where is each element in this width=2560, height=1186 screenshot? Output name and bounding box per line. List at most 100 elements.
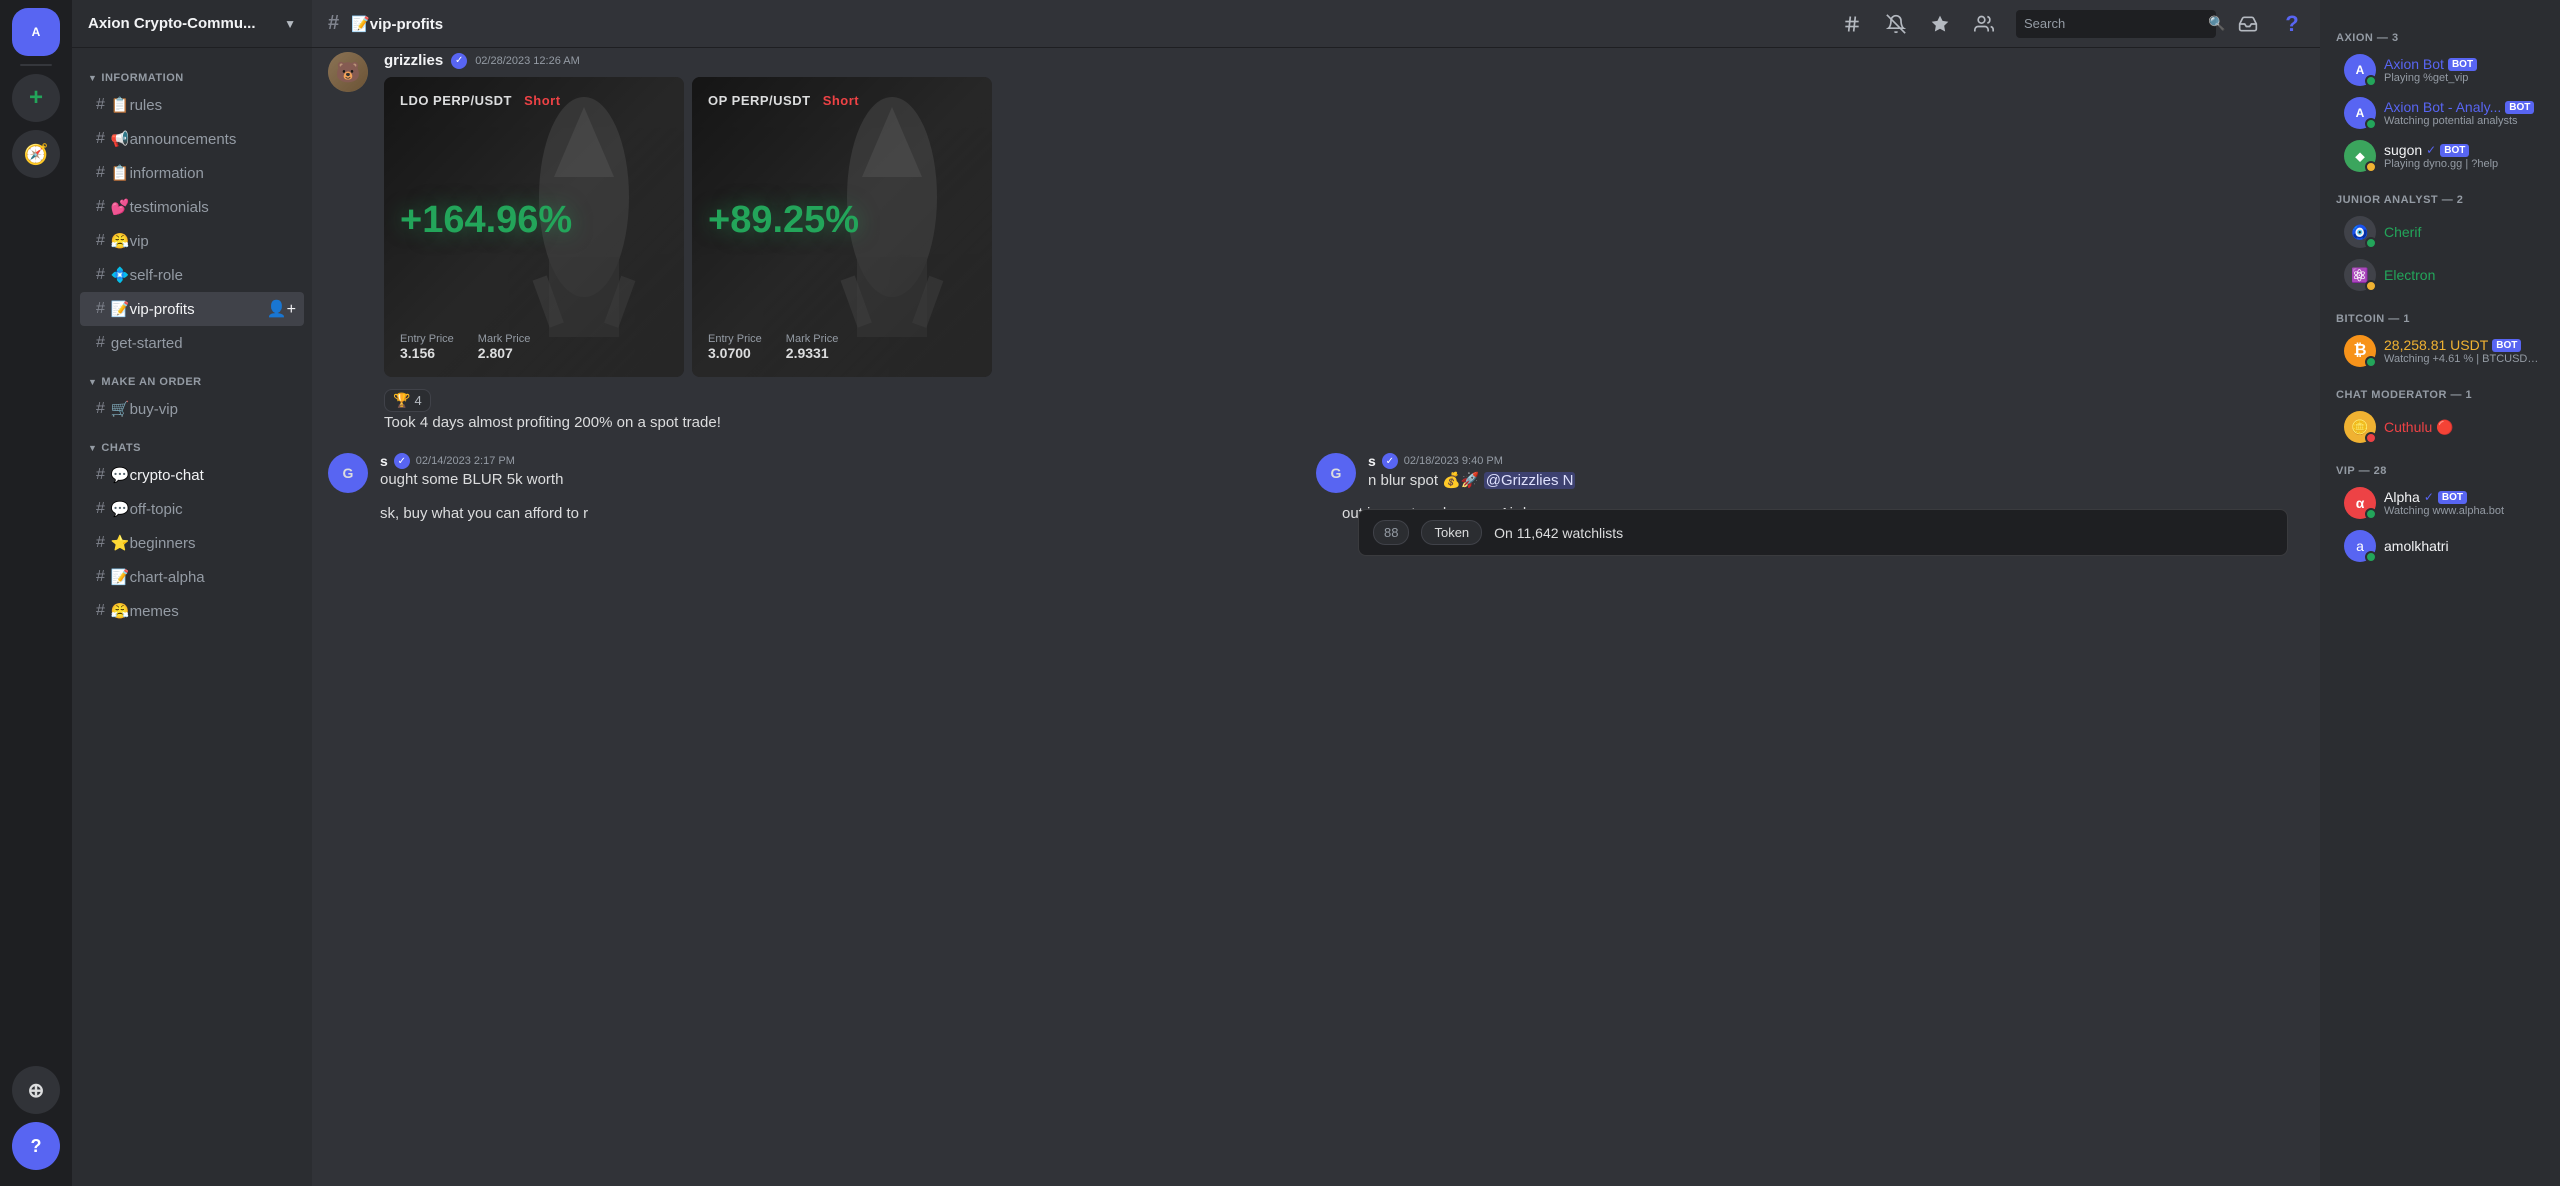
channel-sidebar: Axion Crypto-Commu... ▼ ▼ INFORMATION # … <box>72 0 312 1186</box>
status-indicator <box>2365 551 2377 563</box>
members-icon[interactable] <box>1972 12 1996 36</box>
hashtag-icon[interactable] <box>1840 12 1864 36</box>
channel-vip[interactable]: # 😤vip <box>80 224 304 258</box>
bell-slash-icon[interactable] <box>1884 12 1908 36</box>
popup-token-button[interactable]: Token <box>1421 520 1482 545</box>
member-activity: Watching +4.61 % | BTCUSDT ... <box>2384 353 2544 365</box>
member-avatar-electron: ⚛️ <box>2344 259 2376 291</box>
channel-icon: # <box>96 300 105 318</box>
message-timestamp: 02/28/2023 12:26 AM <box>475 55 580 67</box>
reaction-button[interactable]: 🏆 4 <box>384 389 431 412</box>
server-icon-add[interactable]: + <box>12 74 60 122</box>
caret-icon: ▼ <box>88 443 97 453</box>
partial-content-right: s ✓ 02/18/2023 9:40 PM n blur spot 💰🚀 @G… <box>1368 453 1575 489</box>
channel-get-started[interactable]: # get-started <box>80 326 304 360</box>
card-profit-1: +164.96% <box>400 199 668 242</box>
status-indicator <box>2365 356 2377 368</box>
member-category-vip: VIP — 28 <box>2320 449 2560 481</box>
message-text: Took 4 days almost profiting 200% on a s… <box>384 412 2304 433</box>
channel-off-topic[interactable]: # 💬off-topic <box>80 492 304 526</box>
channel-buy-vip[interactable]: # 🛒buy-vip <box>80 392 304 426</box>
sidebar-divider <box>20 64 52 66</box>
category-chats[interactable]: ▼ CHATS <box>72 426 312 458</box>
member-name: Alpha <box>2384 489 2420 505</box>
channel-testimonials[interactable]: # 💕testimonials <box>80 190 304 224</box>
dnd-icon: 🔴 <box>2436 419 2453 436</box>
channel-information[interactable]: # 📋information <box>80 156 304 190</box>
category-make-an-order[interactable]: ▼ MAKE AN ORDER <box>72 360 312 392</box>
member-cherif[interactable]: 🧿 Cherif <box>2328 211 2552 253</box>
trading-card-2: OP PERP/USDT Short +89.25% Entry Price 3… <box>692 77 992 377</box>
search-input[interactable] <box>2024 16 2200 31</box>
bot-badge: BOT <box>2438 491 2467 504</box>
member-cuthulu[interactable]: 🪙 Cuthulu 🔴 <box>2328 406 2552 448</box>
chevron-down-icon: ▼ <box>284 17 296 31</box>
avatar: 🐻 <box>328 52 368 92</box>
server-icon-profile[interactable]: ? <box>12 1122 60 1170</box>
member-alpha[interactable]: α Alpha ✓ BOT Watching www.alpha.bot <box>2328 482 2552 524</box>
member-name: amolkhatri <box>2384 538 2449 554</box>
channel-icon: # <box>96 130 105 148</box>
member-axion-bot[interactable]: A Axion Bot BOT Playing %get_vip <box>2328 49 2552 91</box>
channel-self-role[interactable]: # 💠self-role <box>80 258 304 292</box>
server-icon-axion[interactable]: A <box>12 8 60 56</box>
channel-chart-alpha[interactable]: # 📝chart-alpha <box>80 560 304 594</box>
member-name: 28,258.81 USDT <box>2384 337 2488 353</box>
member-info-axion-bot-analy: Axion Bot - Analy... BOT Watching potent… <box>2384 99 2544 127</box>
category-information[interactable]: ▼ INFORMATION <box>72 56 312 88</box>
partial-text-1: sk, buy what you can afford to r <box>380 505 1342 522</box>
member-category-junior-analyst: JUNIOR ANALYST — 2 <box>2320 178 2560 210</box>
help-icon[interactable]: ? <box>2280 12 2304 36</box>
channel-title: 📝vip-profits <box>351 15 443 33</box>
member-bitcoin-bot[interactable]: ₿ 28,258.81 USDT BOT Watching +4.61 % | … <box>2328 330 2552 372</box>
member-electron[interactable]: ⚛️ Electron <box>2328 254 2552 296</box>
channel-icon: # <box>96 500 105 518</box>
server-header[interactable]: Axion Crypto-Commu... ▼ <box>72 0 312 48</box>
channel-beginners[interactable]: # ⭐beginners <box>80 526 304 560</box>
bot-badge: BOT <box>2440 144 2469 157</box>
main-content: # 📝vip-profits 🔍 ? <box>312 0 2320 1186</box>
partial-timestamp-left: 02/14/2023 2:17 PM <box>416 455 515 467</box>
messages-area: 🐻 grizzlies ✓ 02/28/2023 12:26 AM <box>312 48 2320 1186</box>
member-info-sugon: sugon ✓ BOT Playing dyno.gg | ?help <box>2384 142 2544 170</box>
channel-icon: # <box>96 568 105 586</box>
search-bar[interactable]: 🔍 <box>2016 10 2216 38</box>
caret-icon: ▼ <box>88 377 97 387</box>
verified-badge: ✓ <box>451 53 467 69</box>
mention: @Grizzlies N <box>1484 472 1576 489</box>
channel-vip-profits[interactable]: # 📝vip-profits 👤+ <box>80 292 304 326</box>
partial-author-left: s <box>380 453 388 469</box>
server-icon-discover[interactable]: 🧭 <box>12 130 60 178</box>
category-label: CHATS <box>101 442 141 454</box>
card-pair-2: OP PERP/USDT Short <box>708 93 976 108</box>
status-indicator <box>2365 118 2377 130</box>
partial-msg-left: G s ✓ 02/14/2023 2:17 PM ought some BLUR… <box>328 449 1316 497</box>
pin-icon[interactable] <box>1928 12 1952 36</box>
channel-icon: # <box>96 534 105 552</box>
messages-scroll[interactable]: 🐻 grizzlies ✓ 02/28/2023 12:26 AM <box>312 48 2320 1186</box>
channel-crypto-chat[interactable]: # 💬crypto-chat <box>80 458 304 492</box>
member-info-bitcoin: 28,258.81 USDT BOT Watching +4.61 % | BT… <box>2384 337 2544 365</box>
member-name: Cherif <box>2384 224 2421 240</box>
member-axion-bot-analy[interactable]: A Axion Bot - Analy... BOT Watching pote… <box>2328 92 2552 134</box>
status-indicator <box>2365 280 2377 292</box>
partial-text-row: sk, buy what you can afford to r out in … <box>312 501 2320 526</box>
channel-announcements[interactable]: # 📢announcements <box>80 122 304 156</box>
channel-rules[interactable]: # 📋rules <box>80 88 304 122</box>
card-prices-1: Entry Price 3.156 Mark Price 2.807 <box>400 333 668 361</box>
add-member-icon[interactable]: 👤+ <box>267 299 296 319</box>
channel-icon: # <box>96 232 105 250</box>
inbox-icon[interactable] <box>2236 12 2260 36</box>
channel-memes[interactable]: # 😤memes <box>80 594 304 628</box>
server-icon-settings[interactable]: ⊕ <box>12 1066 60 1114</box>
member-category-bitcoin: BITCOIN — 1 <box>2320 297 2560 329</box>
member-avatar-axion-bot: A <box>2344 54 2376 86</box>
partial-message-row: G s ✓ 02/14/2023 2:17 PM ought some BLUR… <box>312 445 2320 501</box>
member-activity: Playing dyno.gg | ?help <box>2384 158 2544 170</box>
status-indicator <box>2365 432 2377 444</box>
member-avatar-cuthulu: 🪙 <box>2344 411 2376 443</box>
popup-number: 88 <box>1373 520 1409 545</box>
member-amolkhatri[interactable]: a amolkhatri <box>2328 525 2552 567</box>
member-sugon[interactable]: ⬥ sugon ✓ BOT Playing dyno.gg | ?help <box>2328 135 2552 177</box>
partial-content-left: s ✓ 02/14/2023 2:17 PM ought some BLUR 5… <box>380 453 563 488</box>
